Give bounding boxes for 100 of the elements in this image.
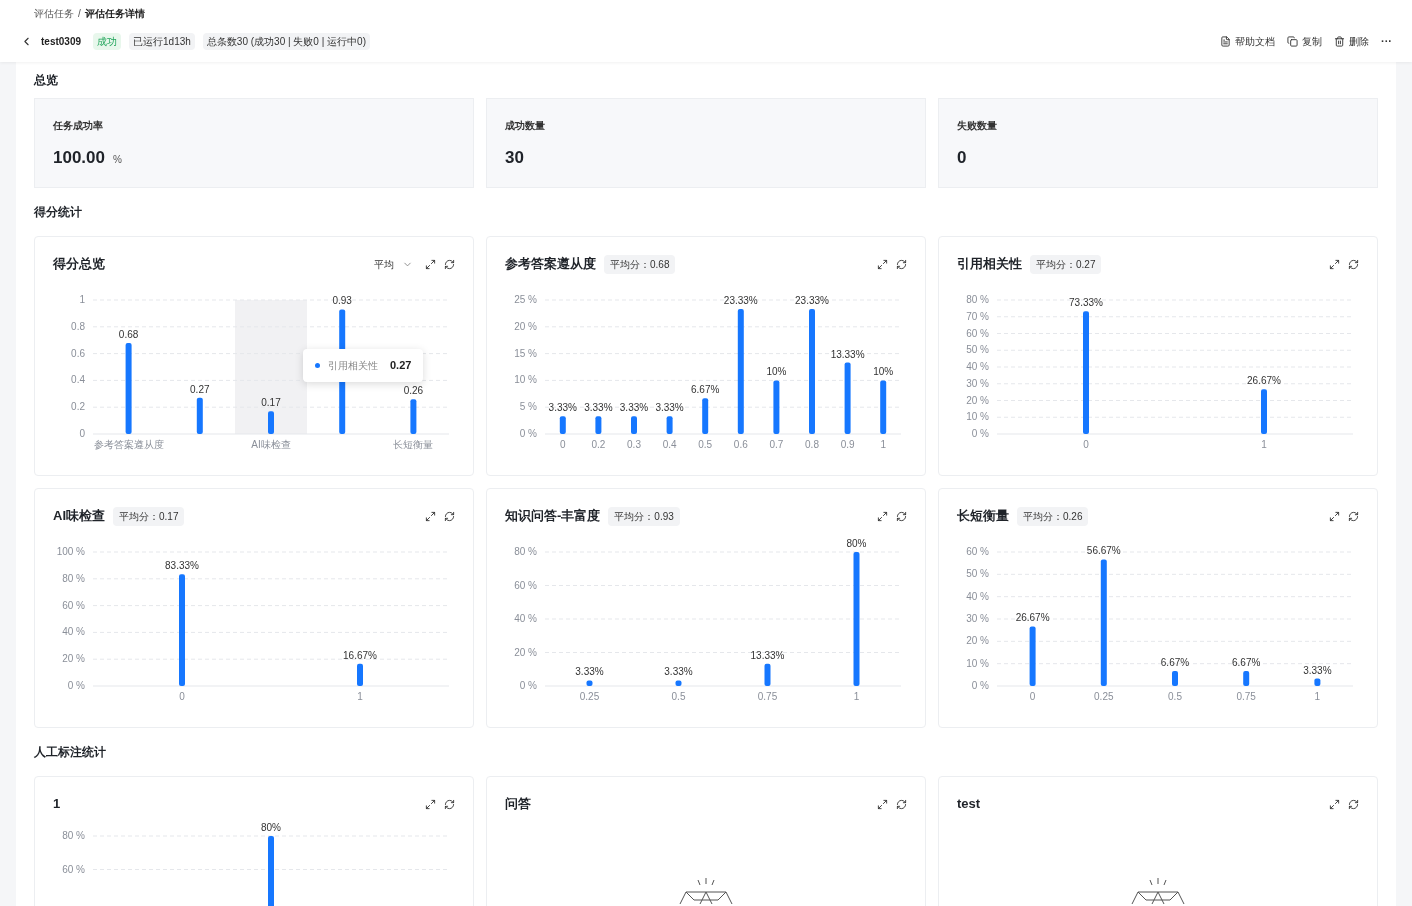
value-label: 13.33% <box>830 348 865 360</box>
axis-tick-label: 20 % <box>514 320 537 332</box>
expand-icon[interactable] <box>1329 798 1340 810</box>
card-title: 知识问答-丰富度 <box>505 507 601 526</box>
axis-tick-label: 0.8 <box>71 320 85 332</box>
bar <box>595 416 602 434</box>
info-tag: 已运行1d13h <box>129 33 195 50</box>
expand-icon[interactable] <box>425 798 436 810</box>
value-label: 80% <box>846 538 867 549</box>
axis-tick-label: 60 % <box>966 327 989 339</box>
breadcrumb-item: 评估任务详情 <box>84 7 145 21</box>
refresh-icon[interactable] <box>444 510 455 522</box>
axis-tick-label: 60 % <box>514 579 537 591</box>
tooltip-value: 0.27 <box>390 358 412 373</box>
axis-tick-label: 0.4 <box>71 374 85 386</box>
copy-icon <box>1287 36 1298 47</box>
card-title: test <box>957 795 981 814</box>
bar <box>764 663 771 686</box>
section-title: 总览 <box>34 72 59 89</box>
axis-category-label: 0 <box>1083 439 1089 450</box>
axis-category-label: 0.5 <box>671 691 686 702</box>
value-label: 80% <box>261 822 281 833</box>
axis-category-label: 0.5 <box>1168 691 1182 702</box>
info-tag: 总条数30 (成功30 | 失败0 | 运行中0) <box>202 33 370 50</box>
expand-icon[interactable] <box>1329 258 1340 270</box>
axis-category-label: 0.9 <box>840 439 855 450</box>
bar <box>357 663 363 686</box>
average-badge: 平均分：0.17 <box>113 506 185 526</box>
axis-tick-label: 60 % <box>966 546 989 557</box>
expand-icon[interactable] <box>877 798 888 810</box>
refresh-icon[interactable] <box>444 258 455 270</box>
refresh-icon[interactable] <box>1348 510 1359 522</box>
toolbar-action[interactable]: 删除 <box>1334 34 1369 49</box>
axis-category-label: 1 <box>880 439 886 450</box>
axis-tick-label: 80 % <box>966 294 989 305</box>
bar <box>1243 671 1250 686</box>
trash-icon <box>1334 36 1345 47</box>
value-label: 3.33% <box>1303 664 1332 676</box>
axis-tick-label: 0 % <box>67 680 85 691</box>
toolbar-action[interactable]: 复制 <box>1287 34 1322 49</box>
expand-icon[interactable] <box>425 510 436 522</box>
value-label: 10% <box>873 366 894 378</box>
axis-tick-label: 30 % <box>966 377 989 389</box>
breadcrumb-separator: / <box>78 7 81 21</box>
axis-category-label: 0.7 <box>769 439 784 450</box>
axis-category-label: 1 <box>1261 439 1267 450</box>
toolbar-action[interactable]: 帮助文档 <box>1220 34 1275 49</box>
bar <box>559 416 566 434</box>
refresh-icon[interactable] <box>1348 798 1359 810</box>
axis-tick-label: 0 <box>79 428 85 439</box>
more-button[interactable]: ··· <box>1381 33 1392 50</box>
document-icon <box>1220 36 1231 47</box>
expand-icon[interactable] <box>877 258 888 270</box>
bar <box>666 416 673 434</box>
bar <box>586 680 593 686</box>
axis-tick-label: 20 % <box>966 635 989 647</box>
tooltip-label: 引用相关性 <box>328 358 378 373</box>
expand-icon[interactable] <box>425 258 436 270</box>
card-title: AI味检查 <box>53 507 105 526</box>
axis-category-label: 0 <box>1029 691 1036 702</box>
expand-icon[interactable] <box>877 510 888 522</box>
axis-tick-label: 10 % <box>966 411 989 423</box>
refresh-icon[interactable] <box>444 798 455 810</box>
expand-icon[interactable] <box>1329 510 1340 522</box>
bar <box>1172 671 1178 686</box>
breadcrumb-item[interactable]: 评估任务 <box>34 6 74 21</box>
axis-tick-label: 100 % <box>56 546 85 557</box>
refresh-icon[interactable] <box>896 510 907 522</box>
axis-category-label: 0.5 <box>698 439 713 450</box>
average-badge: 平均分：0.68 <box>604 254 676 274</box>
axis-tick-label: 20 % <box>62 653 85 665</box>
axis-tick-label: 40 % <box>62 626 85 638</box>
value-label: 0.17 <box>261 397 281 409</box>
value-label: 26.67% <box>1015 612 1050 624</box>
axis-tick-label: 20 % <box>966 394 989 406</box>
aggregate-select[interactable]: 平均 <box>374 256 413 272</box>
axis-tick-label: 30 % <box>966 613 989 624</box>
axis-category-label: 0.4 <box>662 439 677 450</box>
value-label: 3.33% <box>575 666 604 678</box>
value-label: 16.67% <box>343 649 377 661</box>
axis-category-label: 0.75 <box>757 691 778 702</box>
refresh-icon[interactable] <box>1348 258 1359 270</box>
axis-category-label: 0.25 <box>1094 691 1114 702</box>
value-label: 3.33% <box>584 402 613 414</box>
axis-category-label: 0.3 <box>627 439 641 450</box>
refresh-icon[interactable] <box>896 258 907 270</box>
axis-category-label: 1 <box>357 691 363 702</box>
axis-tick-label: 50 % <box>966 344 989 356</box>
axis-tick-label: 0.6 <box>71 347 85 359</box>
axis-tick-label: 40 % <box>966 361 989 372</box>
bar <box>631 416 637 434</box>
bar <box>675 680 682 686</box>
axis-tick-label: 80 % <box>62 830 85 841</box>
value-label: 6.67% <box>1160 657 1190 669</box>
value-label: 6.67% <box>691 384 720 396</box>
value-label: 0.27 <box>190 383 210 395</box>
stat-unit: % <box>113 153 122 167</box>
bar <box>702 398 709 434</box>
refresh-icon[interactable] <box>896 798 907 810</box>
axis-tick-label: 1 <box>79 294 85 305</box>
